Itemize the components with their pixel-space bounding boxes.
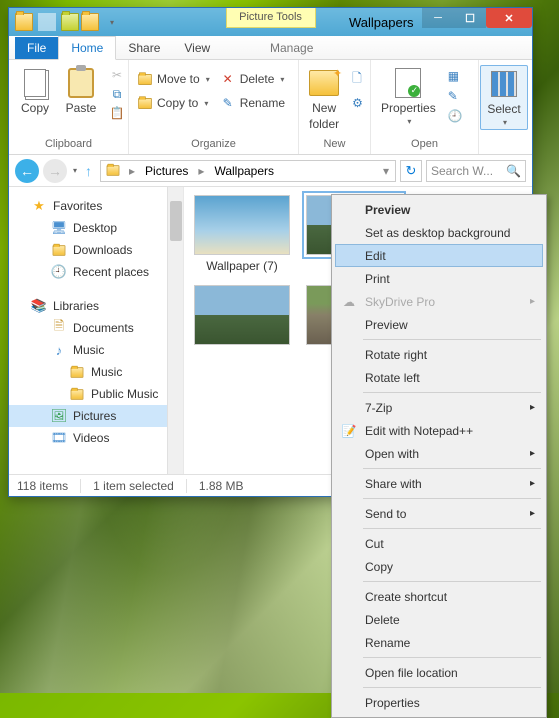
window-title: Wallpapers <box>349 15 414 30</box>
status-size: 1.88 MB <box>199 479 256 493</box>
tree-downloads[interactable]: Downloads <box>9 239 183 261</box>
ctx-delete[interactable]: Delete <box>335 608 543 631</box>
paste-button[interactable]: Paste <box>59 65 103 117</box>
ctx-edit[interactable]: Edit <box>335 244 543 267</box>
tab-share[interactable]: Share <box>116 37 172 59</box>
easy-access-icon[interactable]: ⚙ <box>352 96 363 110</box>
file-thumb[interactable] <box>192 285 292 345</box>
ribbon: Copy Paste ✂ ⧉ 📋 Clipboard Move to▾ Copy… <box>9 60 532 155</box>
qat-newfolder-icon[interactable] <box>81 13 99 31</box>
copyto-button[interactable]: Copy to▾ <box>137 95 210 111</box>
crumb-pictures[interactable]: Pictures <box>141 164 192 178</box>
skydrive-icon: ☁ <box>341 294 357 310</box>
status-selected: 1 item selected <box>93 479 187 493</box>
group-new: New <box>303 136 366 152</box>
tab-view[interactable]: View <box>172 37 222 59</box>
ctx-print[interactable]: Print <box>335 267 543 290</box>
status-count: 118 items <box>17 479 81 493</box>
tree-recent[interactable]: 🕘Recent places <box>9 261 183 283</box>
file-thumb[interactable]: Wallpaper (7) <box>192 195 292 273</box>
properties-button[interactable]: Properties▾ <box>375 65 442 128</box>
edit-icon[interactable]: ✎ <box>448 89 463 103</box>
crumb-wallpapers[interactable]: Wallpapers <box>210 164 278 178</box>
quick-access-toolbar: ▾ <box>9 13 127 31</box>
search-icon: 🔍 <box>506 164 521 178</box>
ctx-open-location[interactable]: Open file location <box>335 661 543 684</box>
ctx-send-to[interactable]: Send to▸ <box>335 502 543 525</box>
cut-button[interactable]: ✂ <box>109 67 125 83</box>
qat-properties-icon[interactable] <box>61 13 79 31</box>
up-button[interactable]: ↑ <box>81 163 96 179</box>
nav-bar: ← → ▾ ↑ ▸ Pictures▸ Wallpapers ▾ ↻ Searc… <box>9 155 532 187</box>
copy-path-button[interactable]: ⧉ <box>109 86 125 102</box>
refresh-button[interactable]: ↻ <box>400 160 422 182</box>
forward-button[interactable]: → <box>43 159 67 183</box>
tree-public-music[interactable]: Public Music <box>9 383 183 405</box>
group-open: Open <box>375 136 474 152</box>
contextual-tab-label: Picture Tools <box>226 8 316 28</box>
tab-home[interactable]: Home <box>58 36 116 60</box>
tree-favorites[interactable]: ★Favorites <box>9 195 183 217</box>
ctx-properties[interactable]: Properties <box>335 691 543 714</box>
ctx-7zip[interactable]: 7-Zip▸ <box>335 396 543 419</box>
maximize-button[interactable]: ☐ <box>454 8 486 28</box>
title-bar[interactable]: ▾ Picture Tools Wallpapers ─ ☐ ✕ <box>9 8 532 36</box>
ctx-share-with[interactable]: Share with▸ <box>335 472 543 495</box>
ctx-open-with[interactable]: Open with▸ <box>335 442 543 465</box>
search-input[interactable]: Search W...🔍 <box>426 160 526 182</box>
ctx-cut[interactable]: Cut <box>335 532 543 555</box>
delete-button[interactable]: ✕Delete▾ <box>220 71 285 87</box>
ctx-rename[interactable]: Rename <box>335 631 543 654</box>
ribbon-tabs: File Home Share View Manage <box>9 36 532 60</box>
address-bar[interactable]: ▸ Pictures▸ Wallpapers ▾ <box>100 160 396 182</box>
select-button[interactable]: Select▾ <box>480 65 527 130</box>
history-dropdown-icon[interactable]: ▾ <box>73 166 77 175</box>
paste-shortcut-button[interactable]: 📋 <box>109 105 125 121</box>
close-button[interactable]: ✕ <box>486 8 532 28</box>
tree-music-sub[interactable]: Music <box>9 361 183 383</box>
tree-pictures[interactable]: 🖼Pictures <box>9 405 183 427</box>
ctx-preview[interactable]: Preview <box>335 198 543 221</box>
tree-desktop[interactable]: 🖥Desktop <box>9 217 183 239</box>
ctx-shortcut[interactable]: Create shortcut <box>335 585 543 608</box>
copy-button[interactable]: Copy <box>13 65 57 117</box>
tree-videos[interactable]: 🎞Videos <box>9 427 183 449</box>
tree-libraries[interactable]: 📚Libraries <box>9 295 183 317</box>
back-button[interactable]: ← <box>15 159 39 183</box>
ctx-copy[interactable]: Copy <box>335 555 543 578</box>
system-menu-icon[interactable] <box>15 13 33 31</box>
tree-music[interactable]: ♪Music <box>9 339 183 361</box>
tree-scrollbar[interactable] <box>167 187 183 474</box>
ctx-skydrive[interactable]: ☁SkyDrive Pro▸ <box>335 290 543 313</box>
new-folder-button[interactable]: Newfolder <box>302 65 346 133</box>
tree-documents[interactable]: 🗎Documents <box>9 317 183 339</box>
group-select <box>483 136 525 152</box>
new-item-icon[interactable]: 🗋 <box>352 69 363 90</box>
group-clipboard: Clipboard <box>13 136 124 152</box>
tab-file[interactable]: File <box>15 37 58 59</box>
ctx-set-background[interactable]: Set as desktop background <box>335 221 543 244</box>
ctx-edit-npp[interactable]: 📝Edit with Notepad++ <box>335 419 543 442</box>
group-organize: Organize <box>133 136 294 152</box>
notepadpp-icon: 📝 <box>341 423 357 439</box>
open-icon[interactable]: ▦ <box>448 69 463 83</box>
minimize-button[interactable]: ─ <box>422 8 454 28</box>
ctx-rotate-left[interactable]: Rotate left <box>335 366 543 389</box>
ctx-rotate-right[interactable]: Rotate right <box>335 343 543 366</box>
qat-dropdown-icon[interactable]: ▾ <box>103 13 121 31</box>
nav-tree: ★Favorites 🖥Desktop Downloads 🕘Recent pl… <box>9 187 184 474</box>
context-menu: Preview Set as desktop background Edit P… <box>331 194 547 718</box>
rename-button[interactable]: ✎Rename <box>220 95 285 111</box>
moveto-button[interactable]: Move to▾ <box>137 71 210 87</box>
history-icon[interactable]: 🕘 <box>448 109 463 123</box>
tab-manage[interactable]: Manage <box>258 37 325 59</box>
ctx-preview2[interactable]: Preview <box>335 313 543 336</box>
